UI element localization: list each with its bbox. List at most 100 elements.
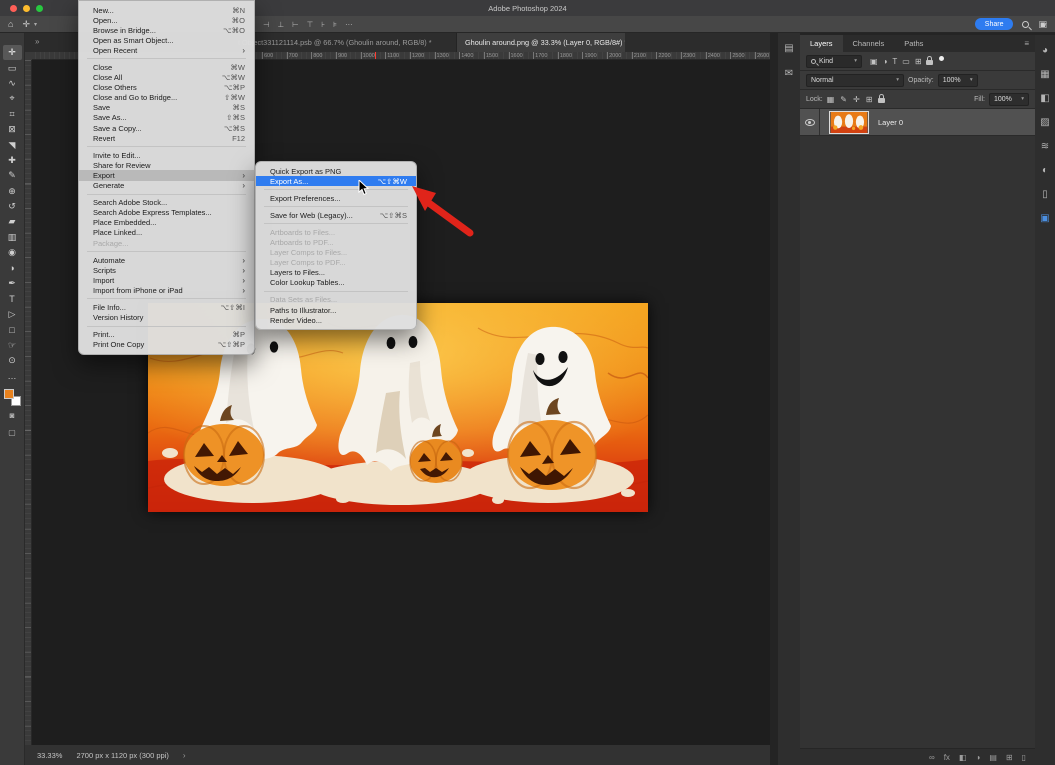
close-window-icon[interactable] — [10, 5, 17, 12]
menu-item-generate[interactable]: Generate› — [79, 181, 254, 191]
gradient-tool[interactable]: ▥ — [3, 230, 22, 245]
fill-input[interactable]: 100% ▾ — [989, 93, 1029, 106]
filter-smart-objects-icon[interactable]: ⊞ — [915, 57, 922, 66]
menu-item-file-info[interactable]: File Info...⌥⇧⌘I — [79, 302, 254, 312]
align-left-icon[interactable]: ⊣ — [263, 20, 270, 29]
menu-item-close-and-go-to-bridge[interactable]: Close and Go to Bridge...⇧⌘W — [79, 93, 254, 103]
blur-tool[interactable]: ◉ — [3, 245, 22, 260]
menu-item-open-as-smart-object[interactable]: Open as Smart Object... — [79, 35, 254, 45]
crop-tool[interactable]: ⌗ — [3, 107, 22, 122]
lock-all-icon[interactable] — [878, 98, 885, 103]
menu-item-print[interactable]: Print...⌘P — [79, 330, 254, 340]
menu-item-scripts[interactable]: Scripts› — [79, 265, 254, 275]
menu-item-place-embedded[interactable]: Place Embedded... — [79, 218, 254, 228]
align-bottom-icon[interactable]: ⊧ — [333, 20, 337, 29]
tab-layers[interactable]: Layers — [800, 35, 843, 52]
clone-stamp-tool[interactable]: ⊕ — [3, 184, 22, 199]
menu-item-revert[interactable]: RevertF12 — [79, 133, 254, 143]
lock-transparent-pixels-icon[interactable]: ▦ — [827, 95, 835, 104]
menu-item-import[interactable]: Import› — [79, 275, 254, 285]
libraries-thumb-icon[interactable]: ▣ — [1040, 213, 1049, 224]
share-button[interactable]: Share — [975, 18, 1014, 30]
healing-brush-tool[interactable]: ✚ — [3, 153, 22, 168]
menu-item-close-all[interactable]: Close All⌥⌘W — [79, 73, 254, 83]
libraries-panel-icon[interactable]: ▤ — [784, 43, 793, 54]
menu-item-import-from-iphone-or-ipad[interactable]: Import from iPhone or iPad› — [79, 285, 254, 295]
layer-visibility-cell[interactable] — [800, 109, 820, 135]
align-top-icon[interactable]: ⊤ — [307, 20, 314, 29]
filter-kind-select[interactable]: Kind ▾ — [806, 55, 862, 68]
filter-pixel-layers-icon[interactable]: ▣ — [870, 57, 878, 66]
lock-position-icon[interactable]: ✛ — [853, 95, 860, 104]
eyedropper-tool[interactable]: ◥ — [3, 137, 22, 152]
lasso-tool[interactable]: ∿ — [3, 76, 22, 91]
filter-locked-layers-icon[interactable] — [926, 60, 933, 65]
opacity-input[interactable]: 100% ▾ — [938, 74, 978, 87]
comments-panel-icon[interactable]: ✉ — [785, 68, 793, 79]
adjustment-layer-icon[interactable]: ◑ — [975, 753, 980, 762]
menu-item-render-video[interactable]: Render Video... — [256, 315, 416, 325]
foreground-color-swatch[interactable] — [4, 389, 14, 399]
more-tools[interactable]: … — [3, 368, 22, 383]
eraser-tool[interactable]: ▰ — [3, 214, 22, 229]
menu-item-paths-to-illustrator[interactable]: Paths to Illustrator... — [256, 305, 416, 315]
filter-adjustment-layers-icon[interactable]: ◑ — [883, 57, 888, 66]
link-layers-icon[interactable]: ∞ — [929, 753, 935, 762]
lock-artboard-icon[interactable]: ⊞ — [866, 95, 873, 104]
menu-item-layers-to-files[interactable]: Layers to Files... — [256, 268, 416, 278]
align-right-icon[interactable]: ⊢ — [292, 20, 299, 29]
type-tool[interactable]: T — [3, 291, 22, 306]
layer-thumbnail[interactable] — [829, 111, 869, 134]
filtering-toggle[interactable] — [939, 56, 944, 61]
status-options-chevron-icon[interactable]: › — [183, 751, 186, 760]
panel-menu-icon[interactable]: ≡ — [1024, 35, 1035, 52]
menu-item-print-one-copy[interactable]: Print One Copy⌥⇧⌘P — [79, 340, 254, 350]
zoom-level[interactable]: 33.33% — [37, 751, 62, 760]
filter-shape-layers-icon[interactable]: ▭ — [902, 57, 910, 66]
menu-item-open[interactable]: Open...⌘O — [79, 15, 254, 25]
layer-group-icon[interactable]: ▤ — [989, 753, 997, 762]
brush-tool[interactable]: ✎ — [3, 168, 22, 183]
menu-item-search-adobe-express-templates[interactable]: Search Adobe Express Templates... — [79, 208, 254, 218]
delete-layer-icon[interactable]: ▯ — [1022, 753, 1026, 762]
menu-item-save-for-web-legacy[interactable]: Save for Web (Legacy)...⌥⇧⌘S — [256, 210, 416, 220]
menu-item-save[interactable]: Save⌘S — [79, 103, 254, 113]
properties-panel-icon[interactable]: ▯ — [1042, 189, 1048, 200]
menu-item-open-recent[interactable]: Open Recent› — [79, 45, 254, 55]
new-layer-icon[interactable]: ⊞ — [1006, 753, 1013, 762]
pen-tool[interactable]: ✒ — [3, 276, 22, 291]
filter-type-layers-icon[interactable]: T — [892, 57, 897, 66]
menu-item-place-linked[interactable]: Place Linked... — [79, 228, 254, 238]
dodge-tool[interactable]: ◑ — [3, 260, 22, 275]
menu-item-color-lookup-tables[interactable]: Color Lookup Tables... — [256, 278, 416, 288]
menu-item-version-history[interactable]: Version History — [79, 313, 254, 323]
menu-item-browse-in-bridge[interactable]: Browse in Bridge...⌥⌘O — [79, 25, 254, 35]
layer-row[interactable]: Layer 0 — [800, 109, 1035, 136]
menu-item-save-a-copy[interactable]: Save a Copy...⌥⌘S — [79, 123, 254, 133]
document-tab[interactable]: t Object331121114.psb @ 66.7% (Ghoulin a… — [230, 33, 457, 52]
menu-item-search-adobe-stock[interactable]: Search Adobe Stock... — [79, 198, 254, 208]
move-tool[interactable]: ✛ — [3, 45, 22, 60]
more-options-icon[interactable]: ⋯ — [345, 20, 353, 29]
menu-item-save-as[interactable]: Save As...⇧⌘S — [79, 113, 254, 123]
search-icon[interactable] — [1022, 21, 1029, 28]
vertical-ruler[interactable] — [25, 60, 32, 745]
swatches-panel-icon[interactable]: ▦ — [1040, 69, 1049, 80]
workspace-switcher-icon[interactable]: ▣▾ — [1038, 19, 1047, 30]
menu-item-close-others[interactable]: Close Others⌥⌘P — [79, 83, 254, 93]
zoom-window-icon[interactable] — [36, 5, 43, 12]
marquee-tool[interactable]: ▭ — [3, 60, 22, 75]
lock-image-pixels-icon[interactable]: ✎ — [840, 95, 847, 104]
hand-tool[interactable]: ☞ — [3, 337, 22, 352]
tab-paths[interactable]: Paths — [894, 35, 933, 52]
menu-item-close[interactable]: Close⌘W — [79, 62, 254, 72]
align-center-horizontal-icon[interactable]: ⊥ — [278, 20, 285, 29]
path-selection-tool[interactable]: ▷ — [3, 307, 22, 322]
home-icon[interactable]: ⌂ — [8, 20, 13, 29]
quick-mask-icon[interactable]: ◙ — [3, 408, 22, 423]
masks-panel-icon[interactable]: ◐ — [1042, 165, 1048, 176]
align-center-vertical-icon[interactable]: ⊦ — [321, 20, 325, 29]
document-tab[interactable]: Ghoulin around.png @ 33.3% (Layer 0, RGB… — [457, 33, 625, 52]
menu-item-share-for-review[interactable]: Share for Review — [79, 160, 254, 170]
color-panel-icon[interactable]: ◕ — [1042, 45, 1048, 56]
